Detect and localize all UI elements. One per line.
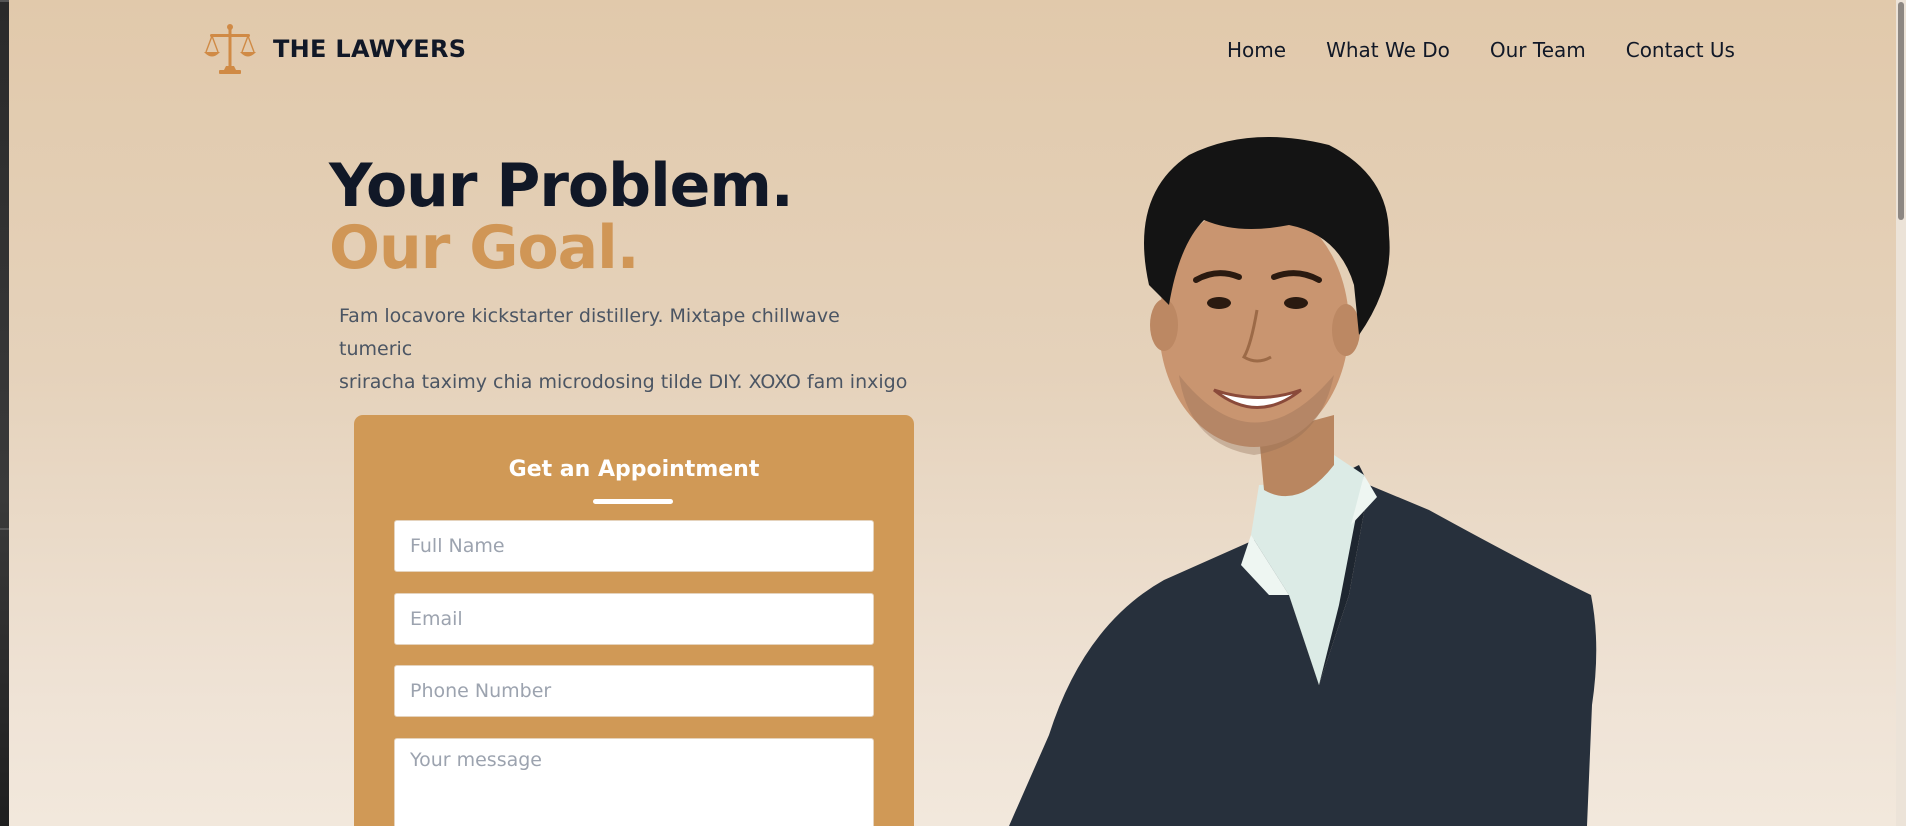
nav-link-what-we-do[interactable]: What We Do <box>1326 38 1450 62</box>
scales-of-justice-icon <box>204 24 256 74</box>
hero-description-line-1: Fam locavore kickstarter distillery. Mix… <box>339 305 840 360</box>
nav-link-home[interactable]: Home <box>1227 38 1286 62</box>
page-scrollbar[interactable] <box>1896 0 1906 826</box>
nav-link-contact-us[interactable]: Contact Us <box>1626 38 1735 62</box>
brand-logo[interactable]: THE LAWYERS <box>201 22 466 76</box>
message-textarea[interactable] <box>394 738 874 826</box>
full-name-input[interactable] <box>394 520 874 572</box>
appointment-title: Get an Appointment <box>508 457 760 482</box>
hero-person-image <box>1009 137 1597 826</box>
headline-line-2: Our Goal. <box>329 213 640 283</box>
title-underline <box>593 499 673 504</box>
email-input[interactable] <box>394 593 874 645</box>
main-nav: Home What We Do Our Team Contact Us <box>1227 38 1735 62</box>
appointment-form: Get an Appointment <box>354 415 914 826</box>
left-window-edge <box>0 0 9 826</box>
hero-headline: Your Problem. Our Goal. <box>329 151 794 283</box>
phone-number-input[interactable] <box>394 665 874 717</box>
nav-link-our-team[interactable]: Our Team <box>1490 38 1586 62</box>
brand-name: THE LAWYERS <box>273 35 467 63</box>
hero-description-line-2: sriracha taximy chia microdosing tilde D… <box>339 371 908 393</box>
page: THE LAWYERS Home What We Do Our Team Con… <box>9 0 1906 826</box>
headline-line-1: Your Problem. <box>329 151 794 221</box>
hero-description: Fam locavore kickstarter distillery. Mix… <box>339 300 919 399</box>
scrollbar-thumb[interactable] <box>1898 2 1904 220</box>
